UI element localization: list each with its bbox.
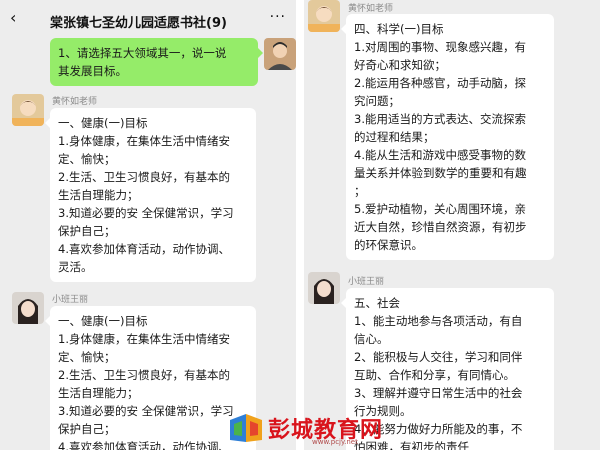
chat-header: ‹ 棠张镇七圣幼儿园适愿书社(9) ··· — [0, 0, 296, 40]
sender-name: 黄怀如老师 — [52, 97, 98, 107]
message-line: 4.能从生活和游戏中感受事物的数 — [354, 148, 526, 162]
sender-name: 小班王丽 — [52, 295, 89, 305]
message-line: 保护自己； — [58, 422, 116, 436]
sender-avatar-wang[interactable] — [308, 272, 340, 304]
chevron-left-icon[interactable]: ‹ — [10, 8, 16, 27]
watermark-url: www.pcjy.net — [312, 438, 358, 446]
sender-name: 小班王丽 — [348, 277, 385, 287]
message-line: 3、理解并遵守日常生活中的社会 — [354, 386, 523, 400]
message-line: 信心。 — [354, 332, 389, 346]
message-line: 2.生活、卫生习惯良好，有基本的 — [58, 170, 230, 184]
message-bubble[interactable]: 一、健康(一)目标 1.身体健康，在集体生活中情绪安 定、愉快； 2.生活、卫生… — [45, 108, 256, 282]
message-line: 2.生活、卫生习惯良好，有基本的 — [58, 368, 230, 382]
sender-name: 黄怀如老师 — [348, 4, 394, 14]
site-watermark: 彭城教育网 www.pcjy.net — [226, 410, 386, 446]
message-line: 3.知道必要的安 全保健常识，学习 — [58, 206, 234, 220]
message-line: 五、社会 — [354, 296, 400, 310]
sender-avatar-huang[interactable] — [12, 94, 44, 126]
message-line: 互助、合作和分享，有同情心。 — [354, 368, 515, 382]
sender-avatar-huang[interactable] — [308, 0, 340, 32]
message-line: 4.喜欢参加体育活动，动作协调、 — [58, 440, 230, 450]
ellipsis-icon[interactable]: ··· — [270, 9, 286, 25]
message-line: 究问题； — [354, 94, 400, 108]
message-line: 1.身体健康，在集体生活中情绪安 — [58, 134, 230, 148]
message-line: 好奇心和求知欲； — [354, 58, 446, 72]
message-line: 2、能积极与人交往，学习和同伴 — [354, 350, 523, 364]
message-line: 定、愉快； — [58, 152, 116, 166]
message-line: 一、健康(一)目标 — [58, 116, 148, 130]
message-line: 保护自己； — [58, 224, 116, 238]
message-line: 生活自理能力； — [58, 188, 139, 202]
message-line: 5.爱护动植物，关心周围环境，亲 — [354, 202, 526, 216]
message-line: 的过程和结果； — [354, 130, 435, 144]
message-line: 1.对周围的事物、现象感兴趣，有 — [354, 40, 526, 54]
message-line: 1、请选择五大领域其一，说一说 — [58, 46, 227, 60]
self-message-bubble[interactable]: 1、请选择五大领域其一，说一说 其发展目标。 — [50, 38, 263, 86]
chat-panel-right: 黄怀如老师 四、科学(一)目标 1.对周围的事物、现象感兴趣，有 好奇心和求知欲… — [304, 0, 600, 450]
message-line: 一、健康(一)目标 — [58, 314, 148, 328]
message-line: 1.身体健康，在集体生活中情绪安 — [58, 332, 230, 346]
panel-divider — [296, 0, 304, 450]
self-avatar[interactable] — [264, 38, 296, 70]
message-line: 2.能运用各种感官，动手动脑，探 — [354, 76, 526, 90]
message-line: 1、能主动地参与各项活动，有自 — [354, 314, 523, 328]
book-logo-icon — [230, 414, 262, 442]
message-line: 3.知道必要的安 全保健常识，学习 — [58, 404, 234, 418]
message-line: 四、科学(一)目标 — [354, 22, 444, 36]
message-line: 生活自理能力； — [58, 386, 139, 400]
message-line: 定、愉快； — [58, 350, 116, 364]
message-line: 量关系并体验到数学的重要和有趣 — [354, 166, 527, 180]
message-line: 4.喜欢参加体育活动，动作协调、 — [58, 242, 230, 256]
sender-avatar-wang[interactable] — [12, 292, 44, 324]
message-line: 3.能用适当的方式表达、交流探索 — [354, 112, 526, 126]
message-line: 的环保意识。 — [354, 238, 423, 252]
message-line: 其发展目标。 — [58, 64, 127, 78]
message-line: ； — [354, 184, 366, 198]
group-title: 棠张镇七圣幼儿园适愿书社(9) — [50, 16, 227, 31]
message-line: 近大自然，珍惜自然资源，有初步 — [354, 220, 527, 234]
message-bubble[interactable]: 四、科学(一)目标 1.对周围的事物、现象感兴趣，有 好奇心和求知欲； 2.能运… — [341, 14, 554, 260]
message-line: 灵活。 — [58, 260, 93, 274]
chat-panel-left: ‹ 棠张镇七圣幼儿园适愿书社(9) ··· 1、请选择五大领域其一，说一说 其发… — [0, 0, 296, 450]
